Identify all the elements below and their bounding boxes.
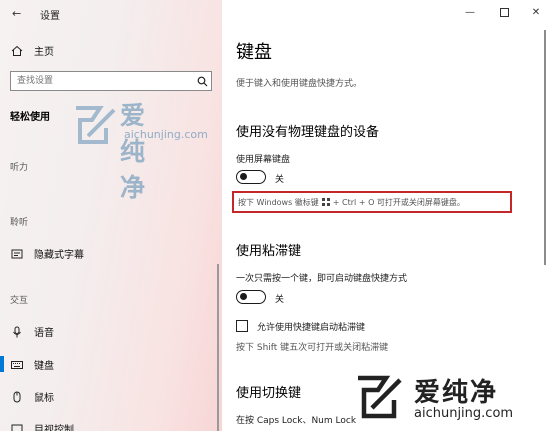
toggle-keys-text: 在按 Caps Lock、Num Lock (236, 416, 357, 426)
window-title: 设置 (40, 11, 60, 22)
eye-control-icon (10, 422, 24, 431)
sticky-toggle-label: 一次只需按一个键，即可启动键盘快捷方式 (236, 274, 408, 284)
windows-logo-icon (321, 198, 330, 206)
watermark: 爱纯净 aichunjing.com (66, 96, 208, 202)
settings-nav-pane: ← 设置 主页 轻松使用 听力 聆听 隐藏式字幕 交互 语音 键盘 (0, 0, 222, 431)
nav-item-keyboard[interactable]: 键盘 (10, 357, 54, 372)
osk-toggle[interactable] (236, 170, 266, 184)
nav-item-mouse[interactable]: 鼠标 (10, 389, 54, 404)
sticky-shortcut-checkbox[interactable] (236, 320, 248, 332)
nav-item-speech[interactable]: 语音 (10, 324, 54, 339)
close-icon[interactable]: ✕ (526, 4, 546, 20)
hint-text-start: 按下 Windows 徽标键 (238, 197, 319, 207)
section-heading-toggle-keys: 使用切换键 (236, 386, 302, 401)
maximize-icon[interactable] (494, 4, 514, 20)
nav-group-interaction: 交互 (10, 296, 29, 306)
nav-item-label: 目视控制 (34, 425, 74, 431)
nav-section-title: 轻松使用 (10, 112, 50, 123)
osk-toggle-state: 关 (275, 175, 285, 185)
content-scrollbar[interactable] (544, 30, 546, 265)
nav-scrollbar[interactable] (217, 264, 219, 431)
sticky-checkbox-label: 允许使用快捷键启动粘滞键 (257, 323, 366, 333)
nav-item-captions[interactable]: 隐藏式字幕 (10, 246, 84, 261)
back-arrow-icon[interactable]: ← (12, 7, 21, 20)
osk-shortcut-hint: 按下 Windows 徽标键 + Ctrl + O 可打开或关闭屏幕键盘。 (232, 191, 512, 213)
home-icon (10, 44, 24, 58)
sticky-toggle-state: 关 (275, 295, 285, 305)
toggle-knob (240, 173, 247, 180)
page-title: 键盘 (236, 42, 272, 63)
osk-toggle-label: 使用屏幕键盘 (236, 155, 291, 165)
search-box[interactable] (10, 71, 212, 91)
watermark-logo-icon (76, 106, 116, 144)
nav-item-eye-control[interactable]: 目视控制 (10, 421, 74, 431)
hint-text-end: + Ctrl + O 可打开或关闭屏幕键盘。 (332, 197, 465, 207)
search-input[interactable] (11, 72, 193, 90)
page-subtitle: 便于键入和使用键盘快捷方式。 (236, 79, 363, 89)
selected-indicator (0, 356, 4, 372)
nav-group-hearing: 听力 (10, 163, 29, 173)
nav-item-label: 语音 (34, 328, 54, 339)
watermark-text: 爱纯净 (414, 378, 499, 408)
watermark-url: aichunjing.com (414, 406, 514, 421)
search-icon[interactable] (193, 72, 211, 90)
sticky-hint: 按下 Shift 键五次可打开或关闭粘滞键 (236, 343, 389, 353)
nav-home-label: 主页 (34, 47, 54, 58)
keyboard-icon (10, 358, 24, 372)
settings-content-pane: — ✕ 键盘 便于键入和使用键盘快捷方式。 使用没有物理键盘的设备 使用屏幕键盘… (222, 0, 550, 431)
nav-home[interactable]: 主页 (10, 43, 54, 58)
sticky-keys-toggle[interactable] (236, 290, 266, 304)
nav-item-label: 键盘 (34, 361, 54, 372)
watermark-bottom: 爱纯净 aichunjing.com (352, 370, 550, 431)
closed-captions-icon (10, 247, 24, 261)
nav-item-label: 隐藏式字幕 (34, 250, 84, 261)
microphone-icon (10, 325, 24, 339)
minimize-icon[interactable]: — (460, 4, 480, 20)
toggle-knob (240, 293, 247, 300)
watermark-logo-icon (358, 375, 402, 419)
section-heading-sticky-keys: 使用粘滞键 (236, 244, 302, 259)
mouse-icon (10, 390, 24, 404)
section-heading-osk: 使用没有物理键盘的设备 (236, 125, 380, 140)
nav-group-listening: 聆听 (10, 218, 29, 228)
watermark-text: 爱纯净 (120, 101, 147, 202)
watermark-url: aichunjing.com (124, 128, 208, 141)
nav-item-label: 鼠标 (34, 393, 54, 404)
